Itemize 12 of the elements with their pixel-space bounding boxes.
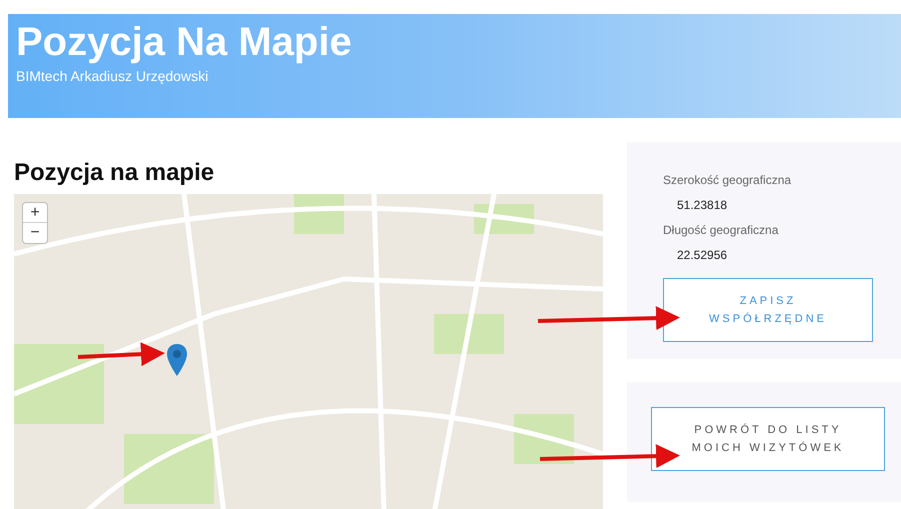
zoom-in-button[interactable]: + xyxy=(23,203,47,223)
field-label: Szerokość geograficzna xyxy=(663,172,792,189)
map[interactable]: + − xyxy=(14,194,603,509)
field-label: Długość geograficzna xyxy=(663,222,780,239)
section-heading: Pozycja na mapie xyxy=(14,158,216,188)
map-marker-icon[interactable] xyxy=(167,344,187,376)
coordinate-value: 22.52956 xyxy=(676,247,728,264)
page-title: Pozycja Na Mapie xyxy=(16,20,353,64)
coordinate-value: 51.23818 xyxy=(676,197,728,214)
back-to-list-button[interactable]: POWRÓT DO LISTY MOICH WIZYTÓWEK xyxy=(651,407,885,471)
zoom-out-button[interactable]: − xyxy=(23,223,47,243)
page-subtitle: BIMtech Arkadiusz Urzędowski xyxy=(16,67,210,86)
